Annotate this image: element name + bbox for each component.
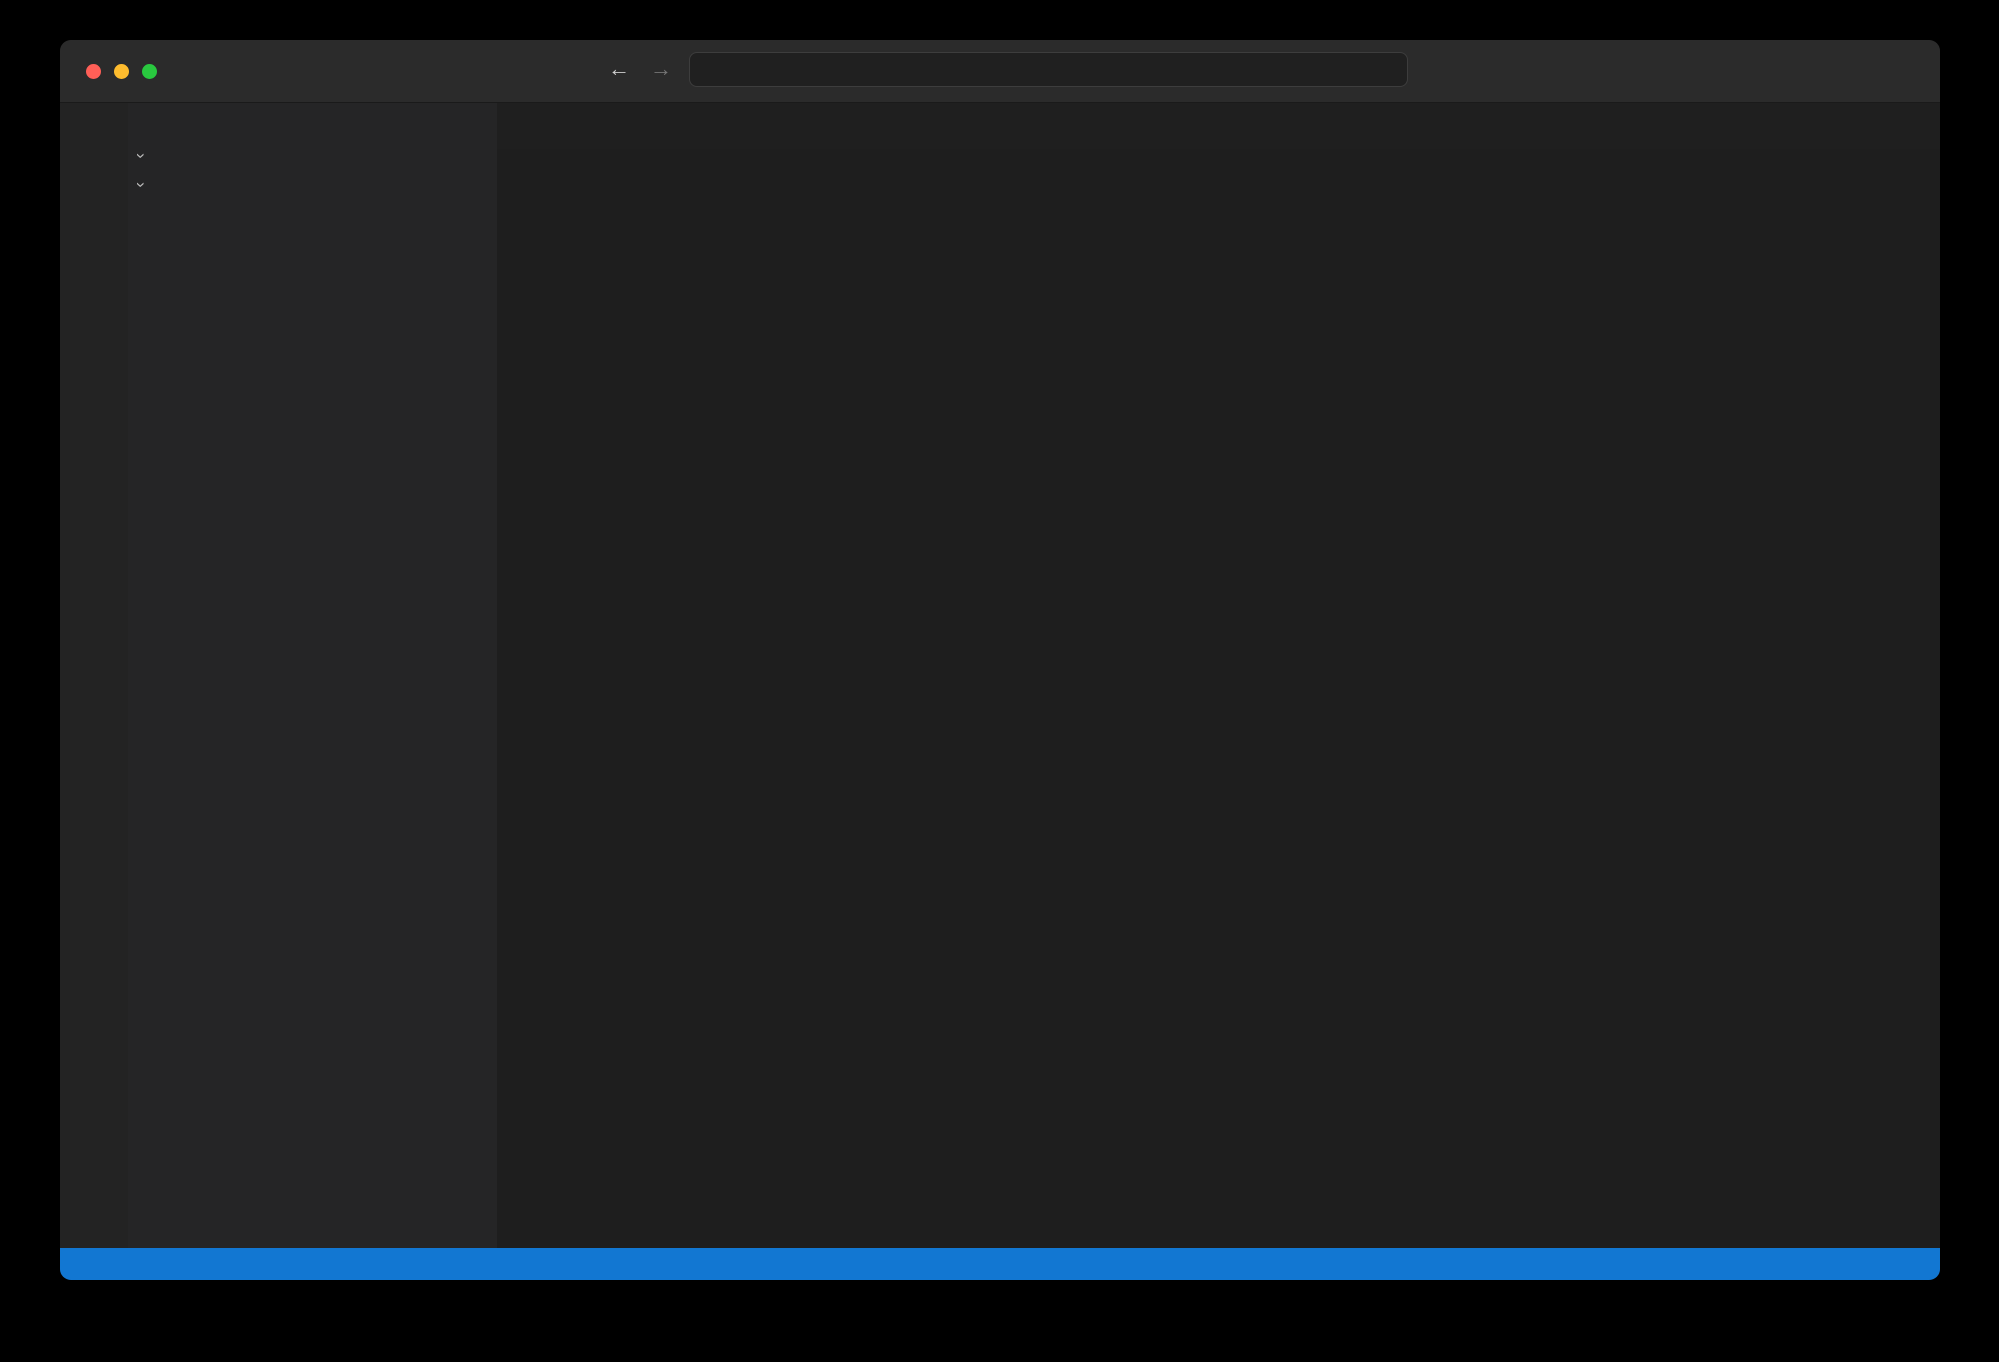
tab-strip — [497, 103, 1940, 149]
zoom-window-button[interactable] — [142, 64, 157, 79]
titlebar: ← → — [60, 40, 1940, 103]
explorer-sidebar: › › — [128, 103, 497, 1248]
sidebar-header — [128, 103, 497, 141]
close-window-button[interactable] — [86, 64, 101, 79]
open-editors-header[interactable]: › — [128, 141, 497, 170]
window-controls — [86, 64, 157, 79]
activity-bar — [60, 103, 128, 1248]
main-row: › › — [60, 103, 1940, 1248]
chevron-down-icon: › — [131, 147, 151, 165]
chevron-down-icon: › — [131, 176, 151, 194]
code-editor[interactable] — [497, 179, 1940, 1248]
editor-column — [497, 103, 1940, 1248]
project-root-header[interactable]: › — [128, 170, 497, 199]
forward-icon[interactable]: → — [650, 56, 672, 82]
minimize-window-button[interactable] — [114, 64, 129, 79]
status-bar — [60, 1248, 1940, 1280]
vscode-window: ← → › › — [60, 40, 1940, 1280]
history-nav: ← → — [608, 56, 672, 82]
breadcrumb — [497, 149, 1940, 179]
command-center-search[interactable] — [689, 52, 1408, 87]
search-icon — [1037, 62, 1053, 78]
back-icon[interactable]: ← — [608, 56, 630, 82]
screen: ← → › › — [0, 0, 1999, 1362]
